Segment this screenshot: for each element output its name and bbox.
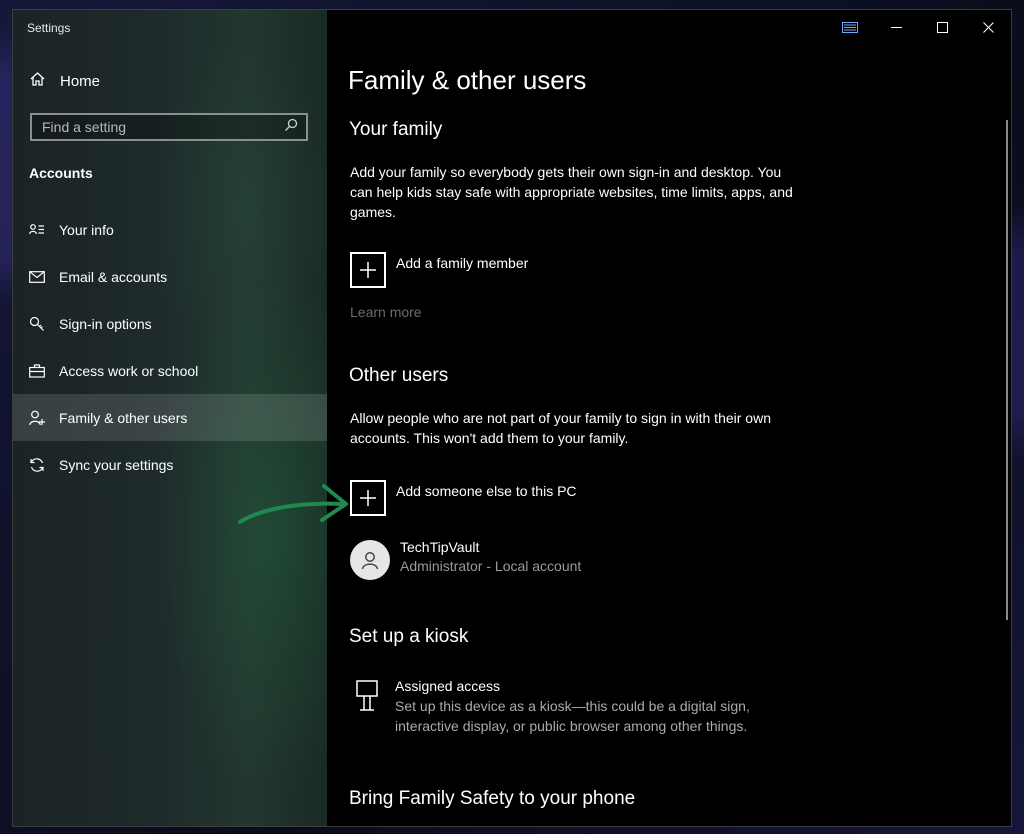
sidebar-item-sync-settings[interactable]: Sync your settings [13,441,327,488]
kiosk-heading: Set up a kiosk [349,626,469,647]
mail-icon [29,269,45,285]
sidebar-item-label: Family & other users [59,409,188,426]
main-content: Family & other users Your family Add you… [327,10,1011,826]
assigned-access-title: Assigned access [395,678,501,694]
close-icon [982,21,994,33]
compact-overlay-button[interactable] [827,10,873,44]
scrollbar[interactable] [1006,120,1008,620]
add-someone-else-label: Add someone else to this PC [396,483,577,499]
sidebar-item-label: Your info [59,221,114,238]
sidebar-item-label: Sign-in options [59,315,152,332]
assigned-access-item[interactable]: Assigned access Set up this device as a … [355,678,785,736]
maximize-button[interactable] [919,10,965,44]
user-account-techtipvault[interactable]: TechTipVault Administrator - Local accou… [350,539,581,580]
home-icon [29,71,46,91]
user-role: Administrator - Local account [400,558,582,574]
avatar [350,540,390,580]
sidebar-item-label: Email & accounts [59,268,168,285]
plus-icon [350,252,386,288]
sidebar-item-label: Access work or school [59,362,199,379]
your-family-heading: Your family [349,119,443,140]
sidebar-item-family-other-users[interactable]: Family & other users [13,394,327,441]
add-family-member-label: Add a family member [396,255,529,271]
person-card-icon [29,222,45,238]
learn-more-link[interactable]: Learn more [350,304,422,320]
kiosk-icon [355,680,379,736]
home-label: Home [60,72,101,90]
person-add-icon [29,410,45,426]
briefcase-icon [29,363,45,379]
assigned-access-description: Set up this device as a kiosk—this could… [395,698,750,734]
add-family-member-button[interactable]: Add a family member [350,252,528,288]
maximize-icon [936,21,948,33]
sidebar-item-your-info[interactable]: Your info [13,206,327,253]
other-users-heading: Other users [349,365,449,386]
sidebar: Settings Home Find a setting Accounts Yo… [13,10,327,826]
sidebar-item-label: Sync your settings [59,456,174,473]
key-icon [29,316,45,332]
compact-overlay-icon [842,21,858,33]
sidebar-item-access-work-school[interactable]: Access work or school [13,347,327,394]
add-someone-else-button[interactable]: Add someone else to this PC [350,480,577,516]
home-link[interactable]: Home [29,71,100,91]
search-placeholder: Find a setting [42,119,127,135]
search-input[interactable]: Find a setting [30,113,308,141]
user-name: TechTipVault [400,539,480,555]
search-icon [284,118,298,137]
settings-window: Settings Home Find a setting Accounts Yo… [12,9,1012,827]
family-safety-heading: Bring Family Safety to your phone [349,788,636,809]
sidebar-nav: Your info Email & accounts Sign-in optio… [13,206,327,488]
your-family-description: Add your family so everybody gets their … [350,164,793,220]
sidebar-item-sign-in-options[interactable]: Sign-in options [13,300,327,347]
close-button[interactable] [965,10,1011,44]
minimize-button[interactable] [873,10,919,44]
title-bar-controls [827,10,1011,44]
sync-icon [29,457,45,473]
other-users-description: Allow people who are not part of your fa… [350,410,771,446]
sidebar-item-email-accounts[interactable]: Email & accounts [13,253,327,300]
plus-icon [350,480,386,516]
window-title: Settings [27,21,71,35]
section-header-accounts: Accounts [29,165,93,181]
minimize-icon [890,22,902,33]
page-title: Family & other users [348,65,587,95]
